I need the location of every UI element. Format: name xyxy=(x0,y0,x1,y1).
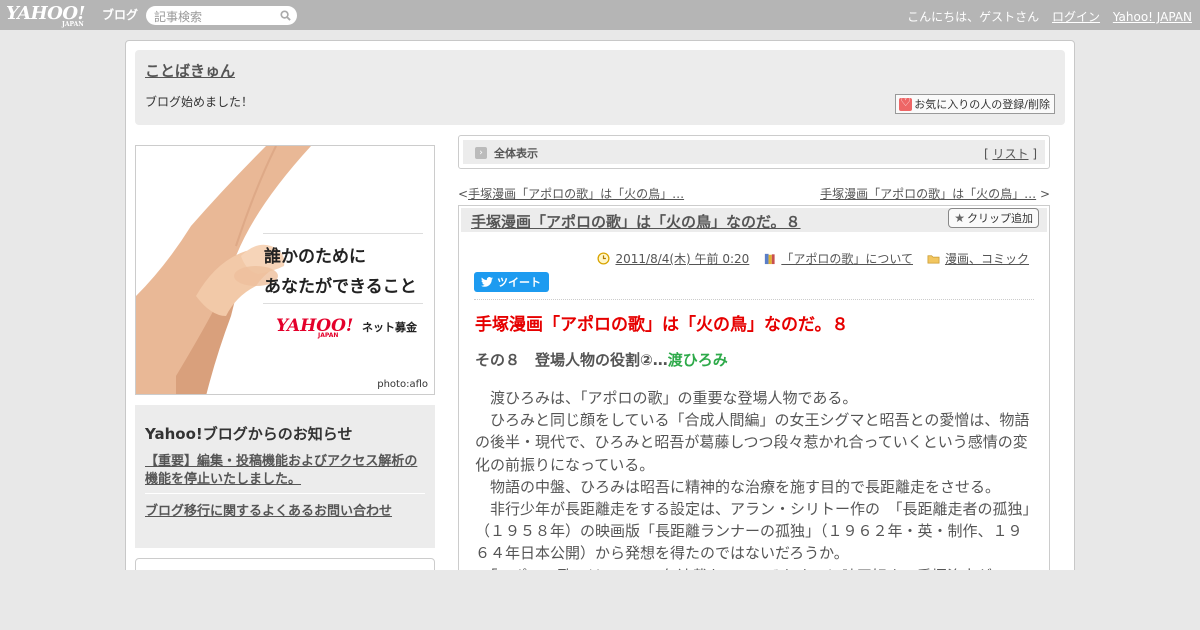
clock-icon xyxy=(597,252,611,265)
favorite-register-label: お気に入りの人の登録/削除 xyxy=(914,98,1050,111)
article-folder-link[interactable]: 漫画、コミック xyxy=(945,250,1029,267)
tweet-button[interactable]: ツイート xyxy=(474,272,549,292)
heart-icon xyxy=(899,95,913,111)
article-category-link[interactable]: 「アポロの歌」について xyxy=(781,250,913,267)
notice-divider xyxy=(145,493,425,494)
view-all-label: 全体表示 xyxy=(494,147,538,160)
donation-banner[interactable]: 誰かのために あなたができること YAHOO! JAPAN ネット募金 phot… xyxy=(135,145,435,395)
yahoo-japan-link[interactable]: Yahoo! JAPAN xyxy=(1113,10,1192,24)
banner-rule-bottom xyxy=(263,303,423,304)
banner-net-bokin: ネット募金 xyxy=(362,321,417,334)
blog-title-link[interactable]: ことばきゅん xyxy=(145,60,235,81)
article-title-link[interactable]: 手塚漫画「アポロの歌」は「火の鳥」なのだ。８ xyxy=(471,211,801,232)
notice-title: Yahoo!ブログからのお知らせ xyxy=(145,425,353,443)
list-link-wrapper: [ リスト ] xyxy=(983,147,1037,161)
banner-rule-top xyxy=(263,233,423,234)
blog-description: ブログ始めました！ xyxy=(145,95,254,109)
search-box xyxy=(146,6,297,27)
post-heading: 手塚漫画「アポロの歌」は「火の鳥」なのだ。８ xyxy=(475,315,849,335)
top-bar: YAHOO! JAPAN ブログ こんにちは、ゲストさん ログイン Yahoo!… xyxy=(0,0,1200,30)
banner-headline-1: 誰かのために xyxy=(264,247,366,267)
handshake-photo xyxy=(136,146,434,394)
photo-credit: photo:aflo xyxy=(377,379,428,390)
post-paragraph: 物語の中盤、ひろみは昭吾に精神的な治療を施す目的で長距離走をさせる。 xyxy=(475,477,1001,496)
post-paragraph: ひろみと同じ顔をしている「合成人間編」の女王シグマと昭吾との愛憎は、物語の後半・… xyxy=(475,411,1030,474)
list-link[interactable]: リスト xyxy=(992,147,1028,161)
top-nav: こんにちは、ゲストさん ログイン Yahoo! JAPAN xyxy=(898,8,1192,25)
blog-header: ことばきゅん ブログ始めました！ お気に入りの人の登録/削除 xyxy=(135,50,1065,125)
books-icon xyxy=(765,253,775,265)
next-article: 手塚漫画「アポロの歌」は「火の鳥」… > xyxy=(820,187,1050,201)
post-paragraph: 渡ひろみは、「アポロの歌」の重要な登場人物である。 xyxy=(475,389,858,407)
favorite-register-button[interactable]: お気に入りの人の登録/削除 xyxy=(895,94,1055,114)
tweet-label: ツイート xyxy=(497,276,541,289)
blog-frame: ことばきゅん ブログ始めました！ お気に入りの人の登録/削除 誰かのために あな… xyxy=(125,40,1075,598)
star-icon: ★ xyxy=(954,211,965,225)
arrow-right-icon: › xyxy=(475,147,487,159)
prev-article: <手塚漫画「アポロの歌」は「火の鳥」… xyxy=(458,187,685,201)
yahoo-blog-logo[interactable]: YAHOO! JAPAN ブログ xyxy=(6,3,138,28)
article-list-bar: › 全体表示 [ リスト ] xyxy=(458,135,1050,169)
twitter-bird-icon xyxy=(481,277,493,287)
notice-link-important[interactable]: 【重要】編集・投稿機能およびアクセス解析の機能を停止いたしました。 xyxy=(145,453,429,489)
yahoo-logo-japan: JAPAN xyxy=(62,21,84,28)
article: 手塚漫画「アポロの歌」は「火の鳥」なのだ。８ ★ クリップ追加 2011/8/4… xyxy=(458,205,1050,585)
post-subheading: その８ 登場人物の役割②…渡ひろみ xyxy=(475,349,728,370)
post-subheading-name: 渡ひろみ xyxy=(667,351,728,369)
yahoo-blog-notice: Yahoo!ブログからのお知らせ 【重要】編集・投稿機能およびアクセス解析の機能… xyxy=(135,405,435,548)
search-input[interactable] xyxy=(146,7,271,27)
clip-add-label: クリップ追加 xyxy=(967,212,1033,225)
search-icon[interactable] xyxy=(280,10,291,21)
list-bar-inner: › 全体表示 [ リスト ] xyxy=(463,140,1045,164)
next-article-link[interactable]: 手塚漫画「アポロの歌」は「火の鳥」… xyxy=(820,187,1036,201)
footer-band xyxy=(0,570,1200,630)
clip-add-button[interactable]: ★ クリップ追加 xyxy=(948,208,1039,228)
folder-icon xyxy=(927,255,940,264)
post-subheading-text: その８ 登場人物の役割②… xyxy=(475,351,668,369)
notice-link-faq[interactable]: ブログ移行に関するよくあるお問い合わせ xyxy=(145,500,392,519)
article-date-link[interactable]: 2011/8/4(木) 午前 0:20 xyxy=(615,250,749,267)
post-paragraph: 非行少年が長距離走をする設定は、アラン・シリトー作の 「長距離走者の孤独」（１９… xyxy=(475,500,1031,563)
prev-article-link[interactable]: 手塚漫画「アポロの歌」は「火の鳥」… xyxy=(468,187,684,201)
post-body: 渡ひろみは、「アポロの歌」の重要な登場人物である。 ひろみと同じ顔をしている「合… xyxy=(475,387,1037,587)
meta-divider xyxy=(474,299,1034,300)
article-header: 手塚漫画「アポロの歌」は「火の鳥」なのだ。８ ★ クリップ追加 xyxy=(461,208,1047,232)
banner-yahoo-logo: YAHOO! xyxy=(276,316,354,336)
login-link[interactable]: ログイン xyxy=(1052,10,1100,24)
banner-yahoo-japan: JAPAN xyxy=(318,332,339,339)
banner-headline-2: あなたができること xyxy=(264,277,417,297)
article-meta: 2011/8/4(木) 午前 0:20 「アポロの歌」について 漫画、コミック xyxy=(597,250,1029,267)
guest-greeting: こんにちは、ゲストさん xyxy=(907,10,1040,24)
blog-logo-text: ブログ xyxy=(102,8,139,22)
